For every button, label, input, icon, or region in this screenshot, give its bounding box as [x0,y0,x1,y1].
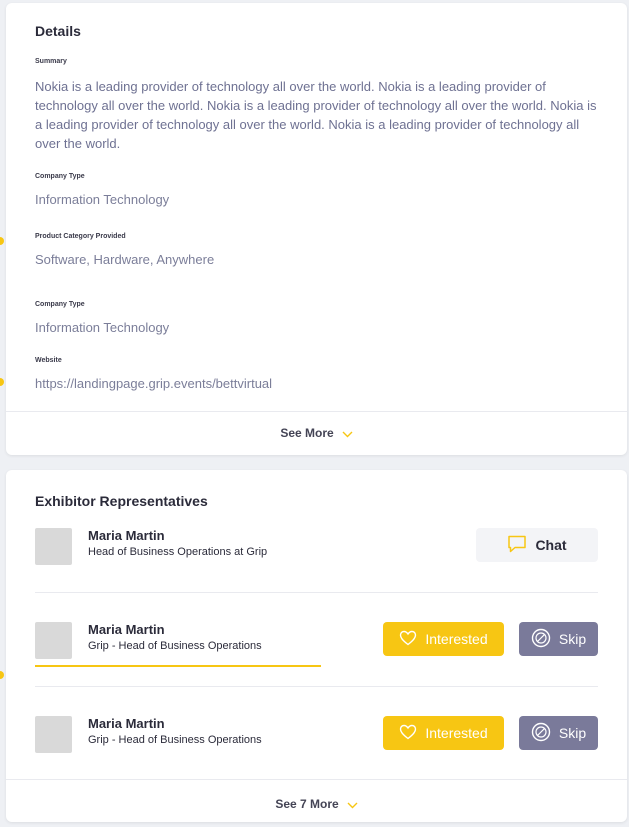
skip-icon [531,628,559,651]
skip-label: Skip [558,725,587,741]
website-label: Website [35,357,62,364]
rep-name: Maria Martin [88,622,165,637]
rep-row: Maria Martin Grip - Head of Business Ope… [35,716,598,760]
see-more-label: See More [280,426,334,440]
product-category-label: Product Category Provided [35,233,126,240]
interested-button[interactable]: Interested [383,622,504,656]
row-divider [35,686,598,687]
chevron-down-icon [342,427,353,441]
company-type-value-2: Information Technology [35,320,170,335]
avatar [35,716,72,753]
rep-row: Maria Martin Grip - Head of Business Ope… [35,622,598,667]
avatar [35,622,72,659]
skip-button[interactable]: Skip [519,716,598,750]
edge-indicator-dot [0,671,4,679]
summary-label: Summary [35,58,67,65]
see-more-reps-label: See 7 More [275,797,339,811]
interested-button[interactable]: Interested [383,716,504,750]
company-type-value: Information Technology [35,192,170,207]
chat-label: Chat [535,537,567,553]
rep-name: Maria Martin [88,716,165,731]
details-divider [6,411,627,412]
chevron-down-icon [347,798,358,812]
company-type-label-2: Company Type [35,301,85,308]
see-more-reps-button[interactable]: See 7 More [6,797,627,812]
rep-role: Grip - Head of Business Operations [88,640,262,652]
heart-icon [399,724,425,743]
rep-name: Maria Martin [88,528,165,543]
edge-indicator-dot [0,378,4,386]
exhibitor-representatives-card: Exhibitor Representatives Maria Martin H… [6,470,627,822]
reps-divider [6,779,627,780]
edge-indicator-dot [0,237,4,245]
chat-icon [507,535,535,556]
chat-button[interactable]: Chat [476,528,598,562]
reps-title: Exhibitor Representatives [35,493,208,509]
interested-label: Interested [425,725,488,741]
rep-row: Maria Martin Head of Business Operations… [35,528,598,572]
skip-label: Skip [558,631,587,647]
see-more-button[interactable]: See More [6,426,627,441]
details-card: Details Summary Nokia is a leading provi… [6,3,627,455]
avatar [35,528,72,565]
details-title: Details [35,23,81,39]
interested-label: Interested [425,631,488,647]
product-category-value: Software, Hardware, Anywhere [35,252,215,267]
heart-icon [399,630,425,649]
rep-role: Head of Business Operations at Grip [88,546,268,558]
rep-role: Grip - Head of Business Operations [88,734,262,746]
website-link[interactable]: https://landingpage.grip.events/bettvirt… [35,374,272,393]
summary-text: Nokia is a leading provider of technolog… [35,79,597,151]
skip-button[interactable]: Skip [519,622,598,656]
row-divider [35,592,598,593]
skip-icon [531,722,559,745]
company-type-label: Company Type [35,173,85,180]
row-active-underline [35,665,321,667]
